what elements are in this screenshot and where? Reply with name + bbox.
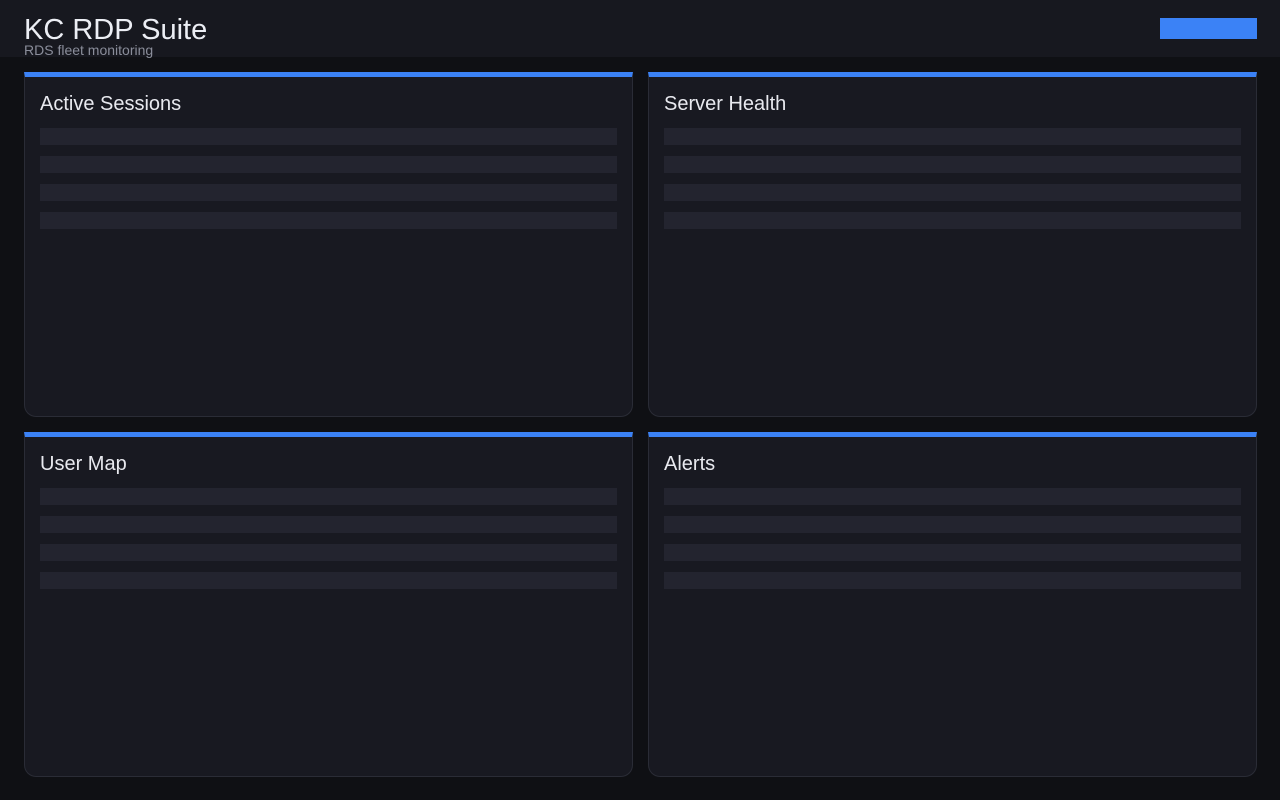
skeleton-row	[664, 516, 1241, 533]
skeleton-row	[664, 212, 1241, 229]
panel-title: User Map	[40, 453, 127, 475]
skeleton-row	[40, 544, 617, 561]
app-subtitle: RDS fleet monitoring	[24, 42, 154, 58]
skeleton-row	[40, 516, 617, 533]
skeleton-row	[40, 212, 617, 229]
skeleton-list	[664, 128, 1241, 240]
skeleton-list	[40, 128, 617, 240]
skeleton-row	[40, 156, 617, 173]
skeleton-row	[40, 488, 617, 505]
skeleton-row	[664, 544, 1241, 561]
panel-active-sessions: Active Sessions	[24, 72, 633, 417]
skeleton-row	[40, 128, 617, 145]
panel-user-map: User Map	[24, 432, 633, 777]
skeleton-list	[40, 488, 617, 600]
skeleton-row	[664, 488, 1241, 505]
panel-server-health: Server Health	[648, 72, 1257, 417]
panel-alerts: Alerts	[648, 432, 1257, 777]
skeleton-list	[664, 488, 1241, 600]
panel-title: Server Health	[664, 93, 787, 115]
skeleton-row	[664, 184, 1241, 201]
header-action-button[interactable]	[1160, 18, 1257, 39]
skeleton-row	[664, 128, 1241, 145]
panel-title: Active Sessions	[40, 93, 182, 115]
skeleton-row	[664, 572, 1241, 589]
dashboard-app: KC RDP Suite RDS fleet monitoring Active…	[0, 0, 1280, 800]
app-header: KC RDP Suite RDS fleet monitoring	[0, 0, 1280, 58]
panel-title: Alerts	[664, 453, 716, 475]
skeleton-row	[664, 156, 1241, 173]
skeleton-row	[40, 184, 617, 201]
skeleton-row	[40, 572, 617, 589]
